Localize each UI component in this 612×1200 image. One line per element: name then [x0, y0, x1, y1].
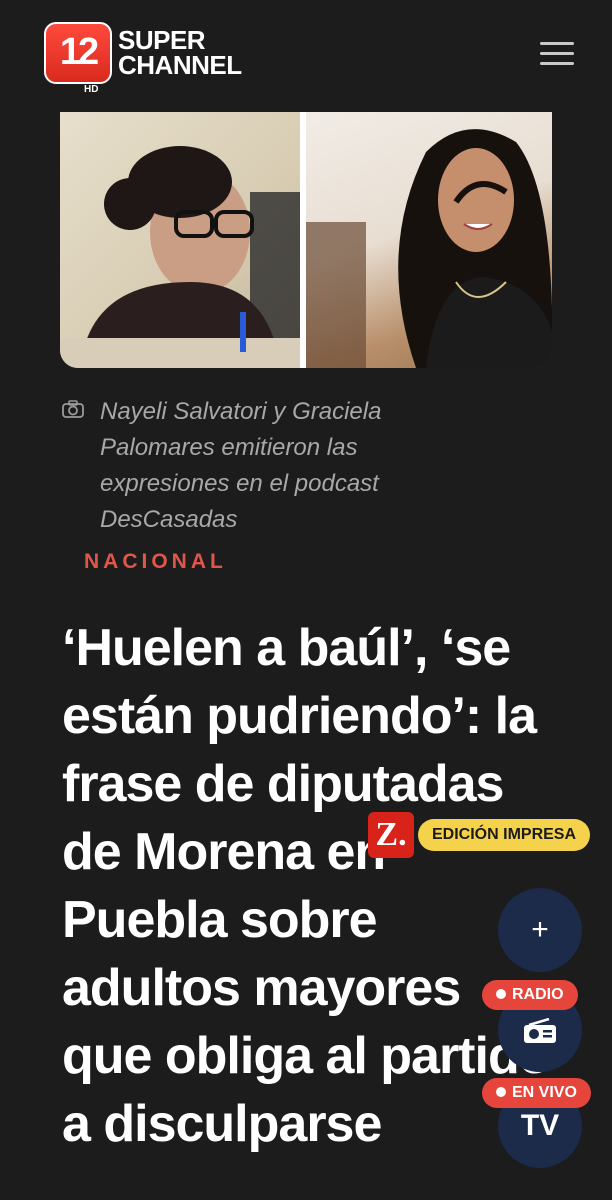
z-logo-icon: Z. — [368, 812, 414, 858]
hamburger-icon[interactable] — [538, 38, 578, 70]
portrait-right-illustration — [306, 129, 552, 368]
radio-tag[interactable]: RADIO — [482, 980, 578, 1010]
radio-label: RADIO — [512, 986, 564, 1003]
edicion-impresa-label: EDICIÓN IMPRESA — [418, 819, 591, 851]
hero-photo-right — [306, 112, 552, 368]
caption-text: Nayeli Salvatori y Graciela Palomares em… — [100, 398, 382, 533]
hero-photo-left — [60, 112, 300, 368]
logo-badge: 12 HD — [44, 22, 112, 95]
article-headline: ‘Huelen a baúl’, ‘se están pudriendo’: l… — [62, 619, 550, 1153]
live-dot-icon — [496, 1087, 506, 1097]
expand-plus-button[interactable]: + — [498, 888, 582, 972]
edicion-impresa-badge[interactable]: Z. EDICIÓN IMPRESA — [368, 812, 591, 858]
logo-line-2: CHANNEL — [118, 50, 242, 80]
section-label[interactable]: NACIONAL — [84, 550, 227, 574]
logo-wordmark: SUPER CHANNEL — [118, 27, 242, 80]
live-dot-icon — [496, 989, 506, 999]
camera-icon — [62, 400, 84, 418]
logo-hd: HD — [84, 84, 99, 95]
radio-icon — [524, 1018, 556, 1043]
portrait-left-illustration — [60, 146, 300, 368]
hero-image — [60, 112, 552, 368]
en-vivo-label: EN VIVO — [512, 1084, 577, 1101]
en-vivo-tag[interactable]: EN VIVO — [482, 1078, 591, 1108]
site-header: 12 HD SUPER CHANNEL — [0, 0, 612, 112]
